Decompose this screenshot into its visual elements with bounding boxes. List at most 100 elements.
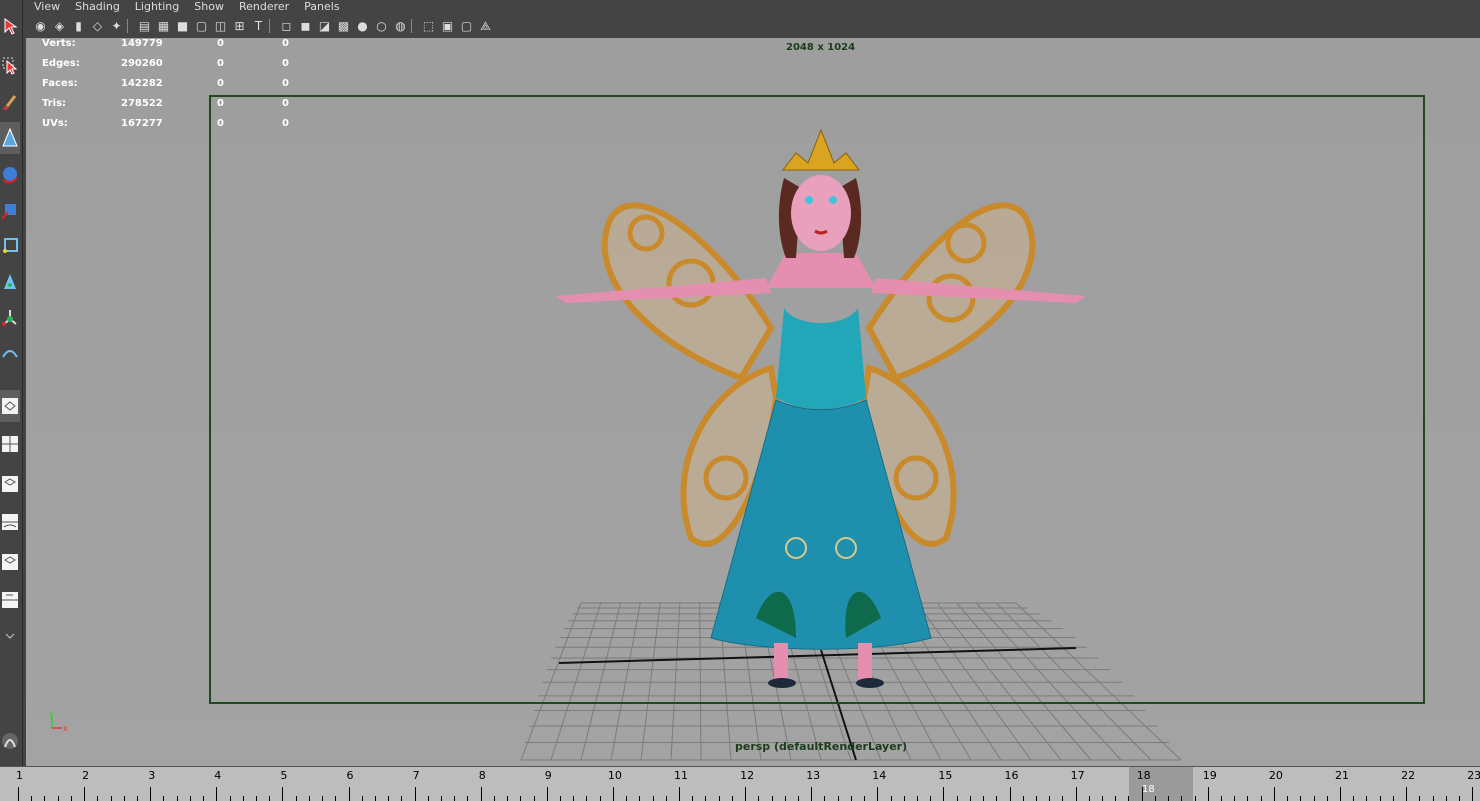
frame-subtick — [1458, 796, 1460, 801]
frame-subtick — [242, 796, 244, 801]
frame-subtick — [903, 796, 905, 801]
outliner-graph-layout-icon[interactable] — [0, 584, 20, 616]
frame-subtick — [1313, 796, 1315, 801]
xray-components-icon[interactable]: ⟁ — [477, 18, 494, 35]
persp-outliner-layout-icon[interactable] — [0, 468, 20, 500]
frame-subtick — [31, 796, 33, 801]
move-tool-icon[interactable] — [0, 122, 20, 154]
axis-x-label: x — [63, 724, 68, 732]
show-manipulator-icon[interactable] — [0, 302, 20, 334]
toolbar-separator — [127, 19, 134, 33]
textured-icon[interactable]: ▩ — [335, 18, 352, 35]
perspective-viewport[interactable]: Verts: 149779 0 0 Edges: 290260 0 0 Faces: 142282… — [26, 38, 1480, 766]
frame-subtick — [1168, 796, 1170, 801]
gate-mask-icon[interactable]: ▢ — [193, 18, 210, 35]
frame-tick — [877, 787, 879, 801]
image-plane-icon[interactable]: ◇ — [89, 18, 106, 35]
four-view-layout-icon[interactable] — [0, 428, 20, 460]
lasso-tool-icon[interactable] — [0, 50, 20, 82]
wireframe-icon[interactable]: ◻ — [278, 18, 295, 35]
frame-subtick — [1088, 796, 1090, 801]
camera-attributes-icon[interactable]: ◈ — [51, 18, 68, 35]
select-tool-icon[interactable] — [0, 10, 20, 42]
panel-toolbar: ◉ ◈ ▮ ◇ ✦ ▤ ▦ ■ ▢ ◫ ⊞ T ◻ ◼ ◪ ▩ ● ○ ◍ ⬚ ▣ ▢ ⟁ — [26, 14, 1480, 39]
2d-pan-zoom-icon[interactable]: ✦ — [108, 18, 125, 35]
frame-label: 13 — [806, 769, 821, 782]
safe-action-icon[interactable]: ⊞ — [231, 18, 248, 35]
resolution-gate-icon[interactable]: ■ — [174, 18, 191, 35]
menu-show[interactable]: Show — [186, 0, 231, 14]
universal-manipulator-icon[interactable] — [0, 230, 20, 262]
frame-label: 17 — [1070, 769, 1085, 782]
hypershade-layout-icon[interactable] — [0, 546, 20, 578]
frame-subtick — [1287, 796, 1289, 801]
soft-mod-icon[interactable] — [0, 266, 20, 298]
smooth-shade-icon[interactable]: ◼ — [297, 18, 314, 35]
hud-component-count: 0 — [282, 58, 289, 69]
scale-tool-icon[interactable] — [0, 194, 20, 226]
frame-tick — [18, 787, 19, 801]
hud-row: Edges: 290260 0 0 — [42, 58, 322, 78]
default-lighting-icon[interactable]: ● — [354, 18, 371, 35]
frame-tick — [546, 787, 548, 801]
frame-subtick — [705, 796, 707, 801]
time-slider[interactable]: 18 1 2 3 4 5 6 7 8 9 10 11 12 13 14 15 16 17 18 19 20 21 22 23 — [0, 766, 1480, 801]
frame-subtick — [163, 796, 165, 801]
frame-label: 4 — [214, 769, 222, 782]
wireframe-on-shaded-icon[interactable]: ◪ — [316, 18, 333, 35]
frame-tick — [745, 787, 747, 801]
chevron-down-icon[interactable] — [0, 620, 20, 652]
frame-subtick — [1392, 796, 1394, 801]
frame-tick — [480, 787, 482, 801]
curve-tool-icon[interactable] — [0, 340, 20, 372]
frame-label: 12 — [740, 769, 755, 782]
frame-subtick — [692, 796, 694, 801]
frame-subtick — [97, 796, 99, 801]
menu-view[interactable]: View — [26, 0, 67, 14]
bookmark-icon[interactable]: ▮ — [70, 18, 87, 35]
frame-label: 20 — [1268, 769, 1283, 782]
frame-label: 7 — [412, 769, 420, 782]
single-perspective-layout-icon[interactable] — [0, 390, 20, 422]
isolate-select-icon[interactable]: ⬚ — [420, 18, 437, 35]
frame-label: 15 — [938, 769, 953, 782]
frame-subtick — [969, 796, 971, 801]
xray-joints-icon[interactable]: ▢ — [458, 18, 475, 35]
rotate-tool-icon[interactable] — [0, 158, 20, 190]
frame-tick — [679, 787, 680, 801]
frame-subtick — [44, 796, 46, 801]
frame-tick — [84, 787, 86, 801]
camera-select-icon[interactable]: ◉ — [32, 18, 49, 35]
hud-row: Verts: 149779 0 0 — [42, 38, 322, 58]
shadows-icon[interactable]: ◍ — [392, 18, 409, 35]
hud-selected-count: 0 — [217, 58, 224, 69]
frame-label: 19 — [1202, 769, 1217, 782]
xray-icon[interactable]: ▣ — [439, 18, 456, 35]
field-chart-icon[interactable]: ◫ — [212, 18, 229, 35]
menu-shading[interactable]: Shading — [67, 0, 127, 14]
frame-tick — [1009, 787, 1011, 801]
frame-tick — [282, 787, 284, 801]
frame-label: 9 — [544, 769, 552, 782]
frame-subtick — [784, 796, 786, 801]
frame-subtick — [507, 796, 509, 801]
safe-title-icon[interactable]: T — [250, 18, 267, 35]
frame-subtick — [983, 796, 985, 801]
menu-lighting[interactable]: Lighting — [127, 0, 186, 14]
film-gate-icon[interactable]: ▦ — [155, 18, 172, 35]
all-lights-icon[interactable]: ○ — [373, 18, 390, 35]
paint-tool-icon[interactable] — [0, 86, 20, 118]
toolbar-separator — [269, 19, 276, 33]
frame-subtick — [930, 796, 932, 801]
hud-value: 142282 — [121, 78, 163, 89]
grid-icon[interactable]: ▤ — [136, 18, 153, 35]
frame-label: 14 — [872, 769, 887, 782]
menu-renderer[interactable]: Renderer — [231, 0, 296, 14]
frame-subtick — [1326, 796, 1328, 801]
frame-subtick — [758, 796, 760, 801]
frame-label: 6 — [346, 769, 354, 782]
menu-panels[interactable]: Panels — [296, 0, 346, 14]
frame-label: 22 — [1401, 769, 1416, 782]
persp-graph-layout-icon[interactable] — [0, 506, 20, 538]
frame-subtick — [718, 796, 720, 801]
